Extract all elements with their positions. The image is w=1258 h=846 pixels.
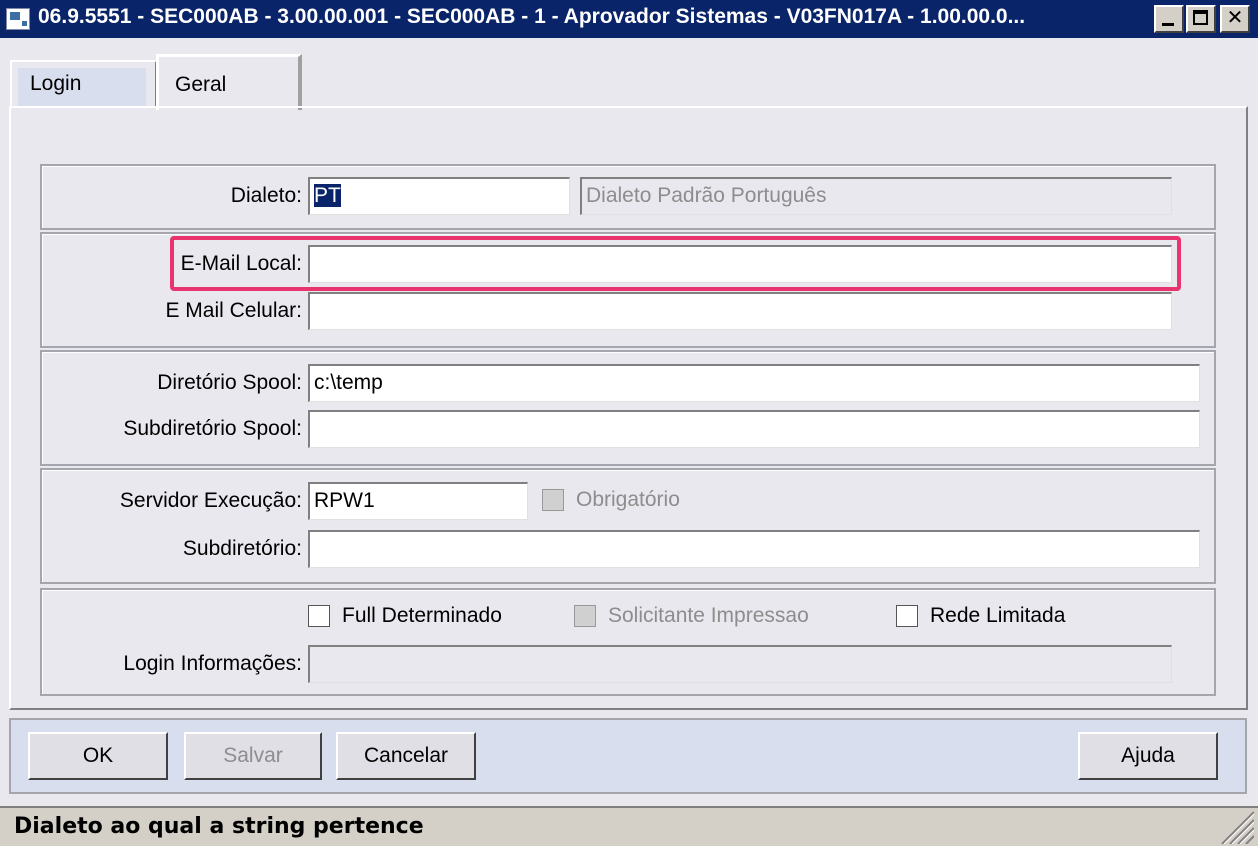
obrigatorio-checkbox[interactable]	[542, 489, 564, 511]
resize-grip-icon[interactable]	[1210, 810, 1254, 844]
obrigatorio-label: Obrigatório	[576, 488, 680, 511]
salvar-button[interactable]: Salvar	[184, 732, 322, 780]
tab-geral-label: Geral	[175, 73, 227, 96]
execucao-subdir-label: Subdiretório:	[182, 537, 302, 560]
ajuda-button[interactable]: Ajuda	[1078, 732, 1218, 780]
spool-dir-label: Diretório Spool:	[157, 371, 302, 394]
app-icon[interactable]	[6, 8, 30, 30]
login-info-label: Login Informações:	[123, 652, 302, 675]
full-determinado-label: Full Determinado	[342, 604, 502, 627]
highlight-box	[170, 236, 1181, 291]
window-title: 06.9.5551 - SEC000AB - 3.00.00.001 - SEC…	[38, 5, 1026, 28]
spool-subdir-field[interactable]	[308, 410, 1200, 448]
dialeto-value: PT	[314, 184, 341, 207]
solicitante-impressao-checkbox[interactable]	[574, 605, 596, 627]
spool-dir-field[interactable]: c:\temp	[308, 364, 1200, 402]
tab-login-label: Login	[30, 72, 82, 95]
execucao-subdir-field[interactable]	[308, 530, 1200, 568]
cancelar-button[interactable]: Cancelar	[336, 732, 476, 780]
full-determinado-checkbox[interactable]	[308, 605, 330, 627]
ok-button[interactable]: OK	[28, 732, 168, 780]
rede-limitada-label: Rede Limitada	[930, 604, 1066, 627]
servidor-field[interactable]: RPW1	[308, 482, 528, 520]
email-celular-label: E Mail Celular:	[165, 299, 302, 322]
email-celular-field[interactable]	[308, 292, 1172, 330]
solicitante-impressao-label: Solicitante Impressao	[608, 604, 809, 627]
status-text: Dialeto ao qual a string pertence	[14, 814, 424, 839]
rede-limitada-checkbox[interactable]	[896, 605, 918, 627]
login-info-field	[308, 645, 1172, 683]
close-icon: ✕	[1226, 7, 1244, 29]
minimize-button[interactable]	[1154, 5, 1184, 33]
tab-geral[interactable]: Geral	[156, 54, 302, 110]
dialeto-field[interactable]: PT	[308, 177, 570, 215]
dialeto-description-field: Dialeto Padrão Português	[580, 177, 1172, 215]
maximize-button[interactable]	[1186, 5, 1216, 33]
tab-login[interactable]: Login	[10, 60, 158, 106]
close-button[interactable]: ✕	[1220, 5, 1250, 33]
maximize-icon	[1193, 10, 1208, 25]
spool-subdir-label: Subdiretório Spool:	[123, 417, 302, 440]
servidor-label: Servidor Execução:	[119, 489, 302, 512]
dialeto-label: Dialeto:	[230, 184, 302, 207]
minimize-icon	[1162, 23, 1174, 26]
